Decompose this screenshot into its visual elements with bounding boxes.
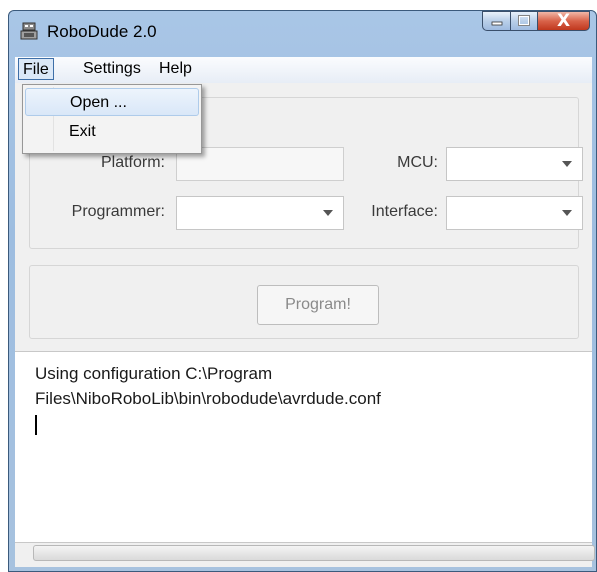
programmer-label: Programmer: <box>71 203 165 220</box>
menu-item-exit[interactable]: Exit <box>25 118 199 146</box>
menu-file[interactable]: File <box>18 58 54 80</box>
platform-label: Platform: <box>100 154 165 171</box>
log-output[interactable]: Using configuration C:\Program Files\Nib… <box>15 351 592 543</box>
interface-select[interactable] <box>446 196 583 230</box>
log-line: Using configuration C:\Program <box>35 364 273 383</box>
menu-help[interactable]: Help <box>155 58 196 80</box>
close-icon: X <box>556 11 571 31</box>
file-menu-dropdown: Open ... Exit <box>22 84 202 154</box>
title-bar[interactable]: RoboDude 2.0 X <box>9 11 596 51</box>
program-button[interactable]: Program! <box>257 285 379 325</box>
robot-icon <box>20 22 38 40</box>
close-button[interactable]: X <box>538 11 590 31</box>
text-caret <box>35 415 37 435</box>
chevron-down-icon <box>323 210 333 216</box>
minimize-button[interactable] <box>482 11 510 31</box>
menu-settings[interactable]: Settings <box>79 58 145 80</box>
mcu-label: MCU: <box>397 154 438 171</box>
window-title: RoboDude 2.0 <box>47 22 157 41</box>
minimize-icon <box>491 21 502 26</box>
chevron-down-icon <box>562 161 572 167</box>
mcu-select[interactable] <box>446 147 583 181</box>
log-line: Files\NiboRoboLib\bin\robodude\avrdude.c… <box>35 389 381 408</box>
interface-label: Interface: <box>371 203 438 220</box>
maximize-button[interactable] <box>510 11 538 31</box>
progress-bar <box>33 545 595 561</box>
menu-item-open[interactable]: Open ... <box>25 88 199 116</box>
maximize-icon <box>518 15 530 26</box>
programmer-select[interactable] <box>176 196 344 230</box>
menu-bar: File Settings Help <box>15 57 592 83</box>
client-area: Platform: MCU: Programmer: Interface: Pr… <box>15 83 595 567</box>
chevron-down-icon <box>562 210 572 216</box>
